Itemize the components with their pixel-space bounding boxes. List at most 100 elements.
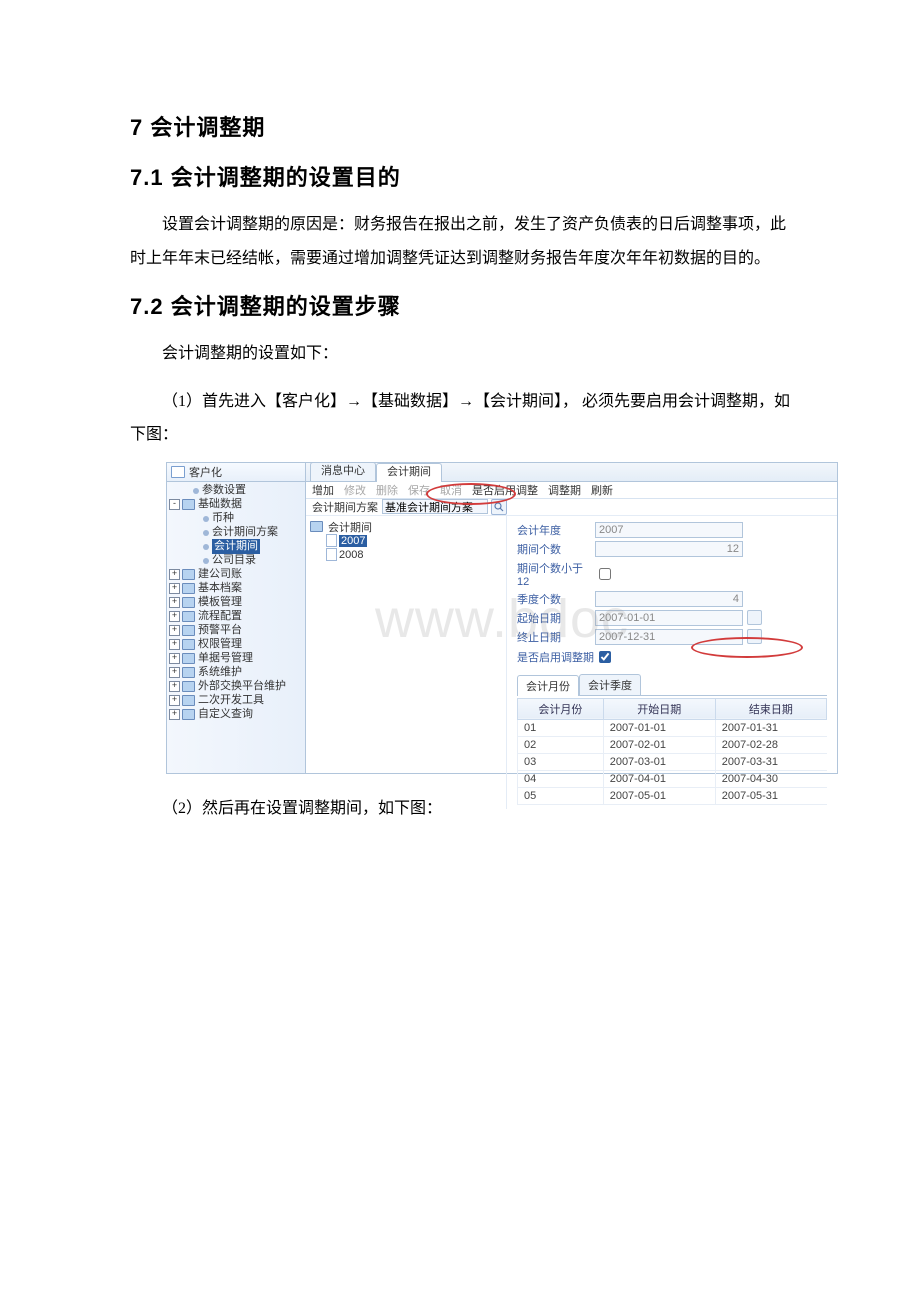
calendar-icon[interactable] (747, 610, 762, 625)
tree-expand-icon[interactable]: + (169, 597, 180, 608)
tab-accounting-period[interactable]: 会计期间 (376, 463, 442, 482)
sidebar-item[interactable]: + 建公司账 (169, 568, 303, 582)
bullet-icon (203, 530, 209, 536)
tree-expand-icon[interactable]: + (169, 583, 180, 594)
sidebar-item-label: 单据号管理 (198, 651, 253, 666)
window-icon (171, 466, 185, 478)
tree-expand-icon[interactable]: + (169, 667, 180, 678)
period-year-label: 2007 (339, 535, 367, 547)
folder-icon (182, 499, 195, 510)
tab-quarter[interactable]: 会计季度 (579, 674, 641, 695)
folder-icon (182, 639, 195, 650)
input-start-date[interactable] (595, 610, 743, 626)
tree-expand-icon[interactable]: + (169, 569, 180, 580)
tree-expand-icon[interactable]: + (169, 653, 180, 664)
btn-add[interactable]: 增加 (312, 482, 334, 498)
sidebar-item-label: 模板管理 (198, 595, 242, 610)
scheme-input[interactable] (382, 499, 488, 514)
tab-month[interactable]: 会计月份 (517, 675, 579, 696)
btn-adjust-period[interactable]: 调整期 (548, 482, 581, 498)
sidebar-item-label: 权限管理 (198, 637, 242, 652)
table-row[interactable]: 052007-05-012007-05-31 (518, 787, 827, 804)
table-row[interactable]: 032007-03-012007-03-31 (518, 753, 827, 770)
calendar-icon[interactable] (747, 629, 762, 644)
table-cell: 2007-03-01 (603, 753, 715, 770)
table-row[interactable]: 042007-04-012007-04-30 (518, 770, 827, 787)
sidebar-item[interactable]: 会计期间 (169, 540, 303, 554)
sidebar-item[interactable]: + 模板管理 (169, 596, 303, 610)
file-icon (326, 534, 337, 547)
btn-edit[interactable]: 修改 (344, 482, 366, 498)
input-quarter[interactable] (595, 591, 743, 607)
table-row[interactable]: 022007-02-012007-02-28 (518, 736, 827, 753)
step-1: （1）首先进入【客户化】→【基础数据】→【会计期间】， 必须先要启用会计调整期，… (130, 385, 800, 452)
period-year-item[interactable]: 2008 (310, 548, 502, 562)
sidebar-item[interactable]: +二次开发工具 (169, 694, 303, 708)
table-cell: 2007-01-31 (715, 719, 826, 736)
btn-refresh[interactable]: 刷新 (591, 482, 613, 498)
btn-delete[interactable]: 删除 (376, 482, 398, 498)
tree-expand-icon[interactable]: + (169, 681, 180, 692)
scheme-search-button[interactable] (491, 499, 507, 515)
tree-expand-icon[interactable]: + (169, 639, 180, 650)
inner-tabs: 会计月份 会计季度 (517, 674, 827, 696)
checkbox-lt12[interactable] (599, 568, 611, 580)
months-table: 会计月份 开始日期 结束日期 012007-01-012007-01-31022… (517, 698, 827, 805)
label-lt12: 期间个数小于12 (517, 560, 595, 588)
sidebar-item[interactable]: 会计期间方案 (169, 526, 303, 540)
sidebar-item[interactable]: + 单据号管理 (169, 652, 303, 666)
sidebar-item-label: 公司目录 (212, 553, 256, 568)
table-cell: 2007-05-31 (715, 787, 826, 804)
label-count: 期间个数 (517, 541, 595, 557)
sidebar-item-label: 会计期间 (212, 539, 260, 554)
period-tree[interactable]: 会计期间 2007 2008 (306, 516, 507, 809)
input-end-date[interactable] (595, 629, 743, 645)
folder-icon (182, 681, 195, 692)
sidebar-item[interactable]: + 权限管理 (169, 638, 303, 652)
label-end: 终止日期 (517, 629, 595, 645)
sidebar-item[interactable]: +基本档案 (169, 582, 303, 596)
bullet-icon (203, 516, 209, 522)
table-cell: 2007-02-28 (715, 736, 826, 753)
scheme-row: 会计期间方案 (306, 499, 837, 516)
sidebar-item[interactable]: +系统维护 (169, 666, 303, 680)
tab-message-center[interactable]: 消息中心 (310, 462, 376, 481)
table-row[interactable]: 012007-01-012007-01-31 (518, 719, 827, 736)
bullet-icon (193, 488, 199, 494)
sidebar-item[interactable]: +预警平台 (169, 624, 303, 638)
btn-enable-adjust[interactable]: 是否启用调整 (472, 482, 538, 498)
tree-expand-icon[interactable]: + (169, 611, 180, 622)
tree-expand-icon[interactable]: + (169, 625, 180, 636)
input-count[interactable] (595, 541, 743, 557)
btn-save[interactable]: 保存 (408, 482, 430, 498)
sidebar: 客户化 参数设置-基础数据币种会计期间方案会计期间公司目录+建公司账+基本档案+… (167, 463, 306, 773)
sidebar-item[interactable]: + 流程配置 (169, 610, 303, 624)
checkbox-enable-adj[interactable] (599, 651, 611, 663)
sidebar-item[interactable]: 公司目录 (169, 554, 303, 568)
sidebar-item-label: 建公司账 (198, 567, 242, 582)
period-year-label: 2008 (339, 549, 363, 561)
table-cell: 2007-03-31 (715, 753, 826, 770)
col-month: 会计月份 (518, 698, 604, 719)
sidebar-item[interactable]: 参数设置 (169, 484, 303, 498)
btn-cancel[interactable]: 取消 (440, 482, 462, 498)
period-tree-root[interactable]: 会计期间 (328, 519, 372, 535)
sidebar-tree[interactable]: 参数设置-基础数据币种会计期间方案会计期间公司目录+建公司账+基本档案+模板管理… (167, 482, 305, 726)
table-cell: 01 (518, 719, 604, 736)
sidebar-item[interactable]: +外部交换平台维护 (169, 680, 303, 694)
tree-expand-icon[interactable]: + (169, 695, 180, 706)
table-cell: 2007-04-30 (715, 770, 826, 787)
sidebar-item[interactable]: -基础数据 (169, 498, 303, 512)
tree-expand-icon[interactable]: - (169, 499, 180, 510)
input-year[interactable] (595, 522, 743, 538)
period-year-item[interactable]: 2007 (310, 534, 502, 548)
tree-expand-icon[interactable]: + (169, 709, 180, 720)
folder-icon (182, 583, 195, 594)
sidebar-item[interactable]: 币种 (169, 512, 303, 526)
table-cell: 2007-05-01 (603, 787, 715, 804)
folder-icon (310, 521, 323, 532)
sidebar-item-label: 流程配置 (198, 609, 242, 624)
table-cell: 2007-04-01 (603, 770, 715, 787)
col-end: 结束日期 (715, 698, 826, 719)
sidebar-item[interactable]: +自定义查询 (169, 708, 303, 722)
